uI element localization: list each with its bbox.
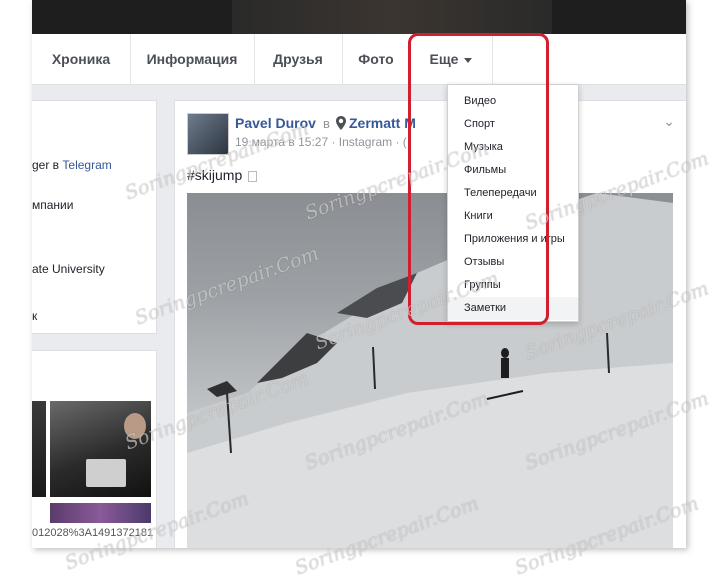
laptop-image (86, 459, 126, 487)
profile-nav-bar: Хроника Информация Друзья Фото Еще (32, 34, 686, 85)
post-location[interactable]: Zermatt M (349, 115, 416, 131)
tag-icon (248, 170, 258, 182)
intro-last-line: к (32, 309, 38, 323)
photo-thumbnail[interactable] (32, 401, 46, 497)
intro-work-text: ger в (32, 158, 63, 172)
chevron-down-icon[interactable]: ⌄ (663, 113, 675, 130)
tab-timeline[interactable]: Хроника (32, 34, 131, 84)
post-in-word: в (323, 116, 330, 131)
location-pin-icon (336, 116, 346, 130)
photo-thumbnail[interactable] (50, 503, 151, 523)
browser-viewport: Хроника Информация Друзья Фото Еще ger в… (32, 0, 686, 548)
intro-university-line: ate University (32, 262, 105, 276)
telegram-link[interactable]: Telegram (62, 158, 111, 172)
cover-photo (32, 0, 686, 34)
intro-work-line: ger в Telegram (32, 158, 112, 172)
intro-card: ger в Telegram мпании ate University к (32, 100, 157, 334)
intro-company-line: мпании (32, 198, 74, 212)
tab-about[interactable]: Информация (130, 34, 255, 84)
tab-friends[interactable]: Друзья (254, 34, 343, 84)
tab-photos[interactable]: Фото (342, 34, 411, 84)
